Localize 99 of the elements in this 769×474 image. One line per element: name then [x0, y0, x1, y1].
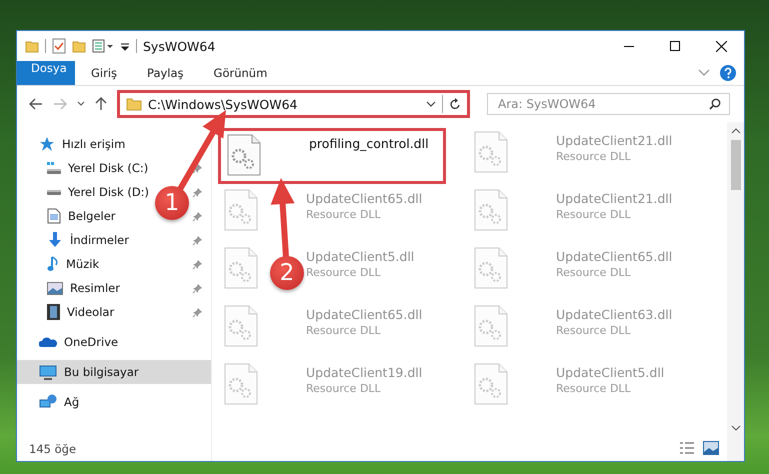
file-type: Resource DLL	[306, 266, 382, 279]
search-field[interactable]: Ara: SysWOW64	[487, 93, 730, 115]
help-icon[interactable]	[720, 65, 736, 81]
file-name: UpdateClient65.dll	[306, 307, 422, 322]
gear-file-icon	[227, 134, 261, 176]
gear-file-icon	[474, 189, 508, 231]
sidebar-label: Hızlı erişim	[62, 137, 126, 151]
file-menu-tab[interactable]: Dosya	[17, 61, 75, 85]
gear-file-icon	[224, 189, 258, 231]
file-type: Resource DLL	[556, 208, 632, 221]
search-icon	[709, 98, 721, 110]
file-name: UpdateClient65.dll	[556, 249, 672, 264]
file-name: UpdateClient65.dll	[306, 191, 422, 206]
sidebar-label: Yerel Disk (D:)	[68, 185, 150, 199]
file-name: UpdateClient5.dll	[556, 365, 664, 380]
sidebar-label: Ağ	[64, 395, 80, 409]
sidebar-item[interactable]: Resimler	[47, 276, 120, 300]
sidebar-item[interactable]: Yerel Disk (D:)	[47, 180, 150, 204]
address-field[interactable]: C:\Windows\SysWOW64	[117, 90, 470, 118]
film-icon	[47, 304, 60, 320]
up-arrow-icon[interactable]	[95, 97, 107, 111]
gear-file-icon	[224, 305, 258, 347]
properties-icon[interactable]	[92, 39, 114, 53]
file-type: Resource DLL	[556, 382, 632, 395]
sidebar-item[interactable]: Ağ	[39, 390, 80, 414]
refresh-icon[interactable]	[449, 98, 461, 110]
chevron-down-icon[interactable]	[77, 101, 85, 107]
sidebar-item[interactable]: Bu bilgisayar	[17, 360, 211, 384]
close-icon	[716, 40, 726, 52]
sidebar-label: Bu bilgisayar	[64, 365, 139, 379]
file-name: UpdateClient63.dll	[556, 307, 672, 322]
checklist-icon[interactable]	[52, 38, 66, 54]
sidebar-item[interactable]: Yerel Disk (C:)	[47, 156, 148, 180]
gear-file-icon	[474, 305, 508, 347]
drive-icon	[47, 162, 61, 174]
sidebar-item[interactable]: Müzik	[47, 252, 100, 276]
ribbon-tab[interactable]: Giriş	[77, 61, 132, 85]
sidebar-label: Belgeler	[68, 209, 116, 223]
vertical-scrollbar[interactable]	[727, 122, 744, 461]
ribbon-tab[interactable]: Paylaş	[133, 61, 198, 85]
star-icon	[39, 136, 55, 152]
pin-icon[interactable]	[192, 258, 203, 270]
document-icon	[47, 208, 61, 224]
drive-icon	[47, 190, 61, 194]
details-view-icon[interactable]	[679, 441, 695, 455]
pin-icon[interactable]	[192, 306, 203, 318]
back-arrow-icon[interactable]	[29, 98, 43, 110]
sidebar-label: Yerel Disk (C:)	[68, 161, 148, 175]
scroll-down-icon[interactable]	[730, 425, 740, 431]
sidebar-item[interactable]: Videolar	[47, 300, 114, 324]
folder-icon[interactable]	[72, 39, 86, 53]
sidebar-label: OneDrive	[64, 335, 118, 349]
pin-icon[interactable]	[192, 162, 203, 174]
file-name: UpdateClient19.dll	[306, 365, 422, 380]
large-icons-view-icon[interactable]	[703, 441, 719, 455]
sidebar-label: Resimler	[70, 281, 120, 295]
gear-file-icon	[224, 247, 258, 289]
file-name: UpdateClient21.dll	[556, 133, 672, 148]
maximize-icon	[670, 41, 680, 51]
scroll-up-icon[interactable]	[730, 128, 740, 134]
pin-icon[interactable]	[192, 186, 203, 198]
sidebar-item[interactable]: Hızlı erişim	[39, 132, 126, 156]
folder-icon[interactable]	[25, 39, 39, 53]
file-type: Resource DLL	[306, 208, 382, 221]
music-note-icon	[47, 256, 59, 272]
pin-icon[interactable]	[192, 234, 203, 246]
download-arrow-icon	[47, 232, 63, 248]
file-type: Resource DLL	[306, 382, 382, 395]
sidebar-item[interactable]: Belgeler	[47, 204, 116, 228]
pin-icon[interactable]	[192, 210, 203, 222]
sidebar-item[interactable]: İndirmeler	[47, 228, 129, 252]
gear-file-icon	[474, 131, 508, 173]
item-count: 145 öğe	[28, 442, 78, 458]
file-type: Resource DLL	[556, 324, 632, 337]
sidebar-label: Müzik	[66, 257, 100, 271]
address-path: C:\Windows\SysWOW64	[148, 96, 298, 112]
sidebar-label: İndirmeler	[70, 233, 129, 247]
file-type: Resource DLL	[556, 266, 632, 279]
folder-icon	[126, 97, 142, 111]
sidebar-label: Videolar	[67, 305, 114, 319]
ribbon-tab[interactable]: Görünüm	[200, 61, 282, 85]
scrollbar-thumb[interactable]	[730, 140, 740, 190]
sidebar-item[interactable]: OneDrive	[39, 330, 118, 354]
gear-file-icon	[224, 363, 258, 405]
pin-icon[interactable]	[192, 282, 203, 294]
window-title: SysWOW64	[143, 38, 216, 54]
gear-file-icon	[474, 363, 508, 405]
chevron-down-icon[interactable]	[426, 100, 436, 108]
file-type: Resource DLL	[306, 324, 382, 337]
monitor-icon	[39, 364, 57, 380]
file-name: profiling_control.dll	[309, 136, 429, 151]
cloud-icon	[39, 336, 57, 348]
network-icon	[39, 394, 57, 410]
picture-icon	[47, 282, 63, 294]
file-item[interactable]: profiling_control.dll	[218, 128, 446, 184]
gear-file-icon	[474, 247, 508, 289]
file-type: Resource DLL	[556, 150, 632, 163]
file-name: UpdateClient5.dll	[306, 249, 414, 264]
file-name: UpdateClient21.dll	[556, 191, 672, 206]
